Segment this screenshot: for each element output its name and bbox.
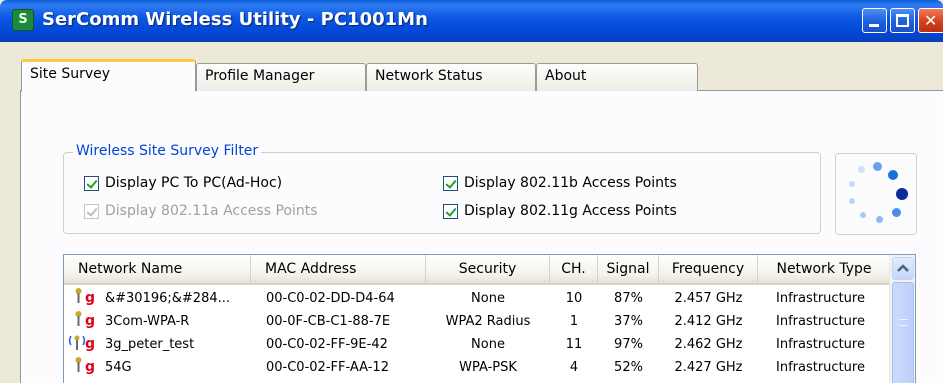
- network-row[interactable]: g 3g_peter_test 00-C0-02-FF-9E-42 None 1…: [64, 333, 890, 356]
- channel: 4: [569, 360, 579, 375]
- checkbox-checked-icon: [443, 175, 458, 191]
- network-name: 3Com-WPA-R: [105, 314, 190, 329]
- spinner-dot: [876, 216, 883, 223]
- network-list-header: Network Name MAC Address Security CH. Si…: [64, 255, 890, 285]
- 80211g-filter-checkbox[interactable]: Display 802.11g Access Points: [443, 203, 677, 219]
- maximize-button[interactable]: [890, 8, 915, 33]
- column-header-network-type[interactable]: Network Type: [758, 255, 890, 283]
- grip-icon: [899, 319, 908, 326]
- channel: 1: [569, 314, 579, 329]
- connected-antenna-icon: [68, 333, 86, 356]
- chevron-up-icon: [897, 264, 909, 272]
- mac-address: 00-C0-02-DD-D4-64: [266, 291, 395, 306]
- 80211b-filter-label: Display 802.11b Access Points: [464, 175, 677, 191]
- tab-profile-manager[interactable]: Profile Manager: [196, 63, 366, 91]
- channel: 11: [565, 337, 583, 352]
- scroll-thumb[interactable]: [892, 282, 914, 383]
- column-header-network-name[interactable]: Network Name: [64, 255, 251, 283]
- network-name: 54G: [105, 360, 132, 375]
- security: None: [471, 337, 505, 352]
- app-icon: S: [12, 9, 34, 31]
- mode-g-badge: g: [85, 313, 96, 329]
- frequency: 2.412 GHz: [674, 314, 743, 329]
- signal: 37%: [614, 314, 643, 329]
- spinner-dot: [896, 188, 908, 200]
- mode-g-badge: g: [85, 359, 96, 375]
- column-header-signal[interactable]: Signal: [598, 255, 659, 283]
- scan-progress-spinner: [835, 153, 917, 235]
- vertical-scrollbar[interactable]: [889, 255, 915, 383]
- column-header-mac-address[interactable]: MAC Address: [251, 255, 426, 283]
- security: None: [471, 291, 505, 306]
- channel: 10: [565, 291, 583, 306]
- spinner-dot: [860, 212, 866, 218]
- mac-address: 00-C0-02-FF-AA-12: [266, 360, 389, 375]
- network-type: Infrastructure: [776, 291, 865, 306]
- 80211a-filter-label: Display 802.11a Access Points: [105, 203, 318, 219]
- spinner-dot: [888, 170, 898, 180]
- antenna-icon: [74, 356, 84, 379]
- frequency: 2.427 GHz: [674, 360, 743, 375]
- spinner-dot: [873, 162, 882, 171]
- mode-g-badge: g: [85, 336, 96, 352]
- survey-filter-group: [63, 152, 821, 234]
- mode-g-badge: g: [85, 290, 96, 306]
- checkbox-checked-icon: [84, 175, 99, 191]
- network-type: Infrastructure: [776, 337, 865, 352]
- security: WPA2 Radius: [445, 314, 531, 329]
- column-header-security[interactable]: Security: [426, 255, 550, 283]
- frequency: 2.457 GHz: [674, 291, 743, 306]
- security: WPA-PSK: [459, 360, 517, 375]
- network-row[interactable]: g 3Com-WPA-R 00-0F-CB-C1-88-7E WPA2 Radi…: [64, 310, 890, 333]
- tab-network-status[interactable]: Network Status: [366, 63, 536, 91]
- spinner-dot: [849, 181, 855, 187]
- title-bar[interactable]: S SerComm Wireless Utility - PC1001Mn ✕: [0, 0, 943, 42]
- antenna-icon: [74, 287, 84, 310]
- column-header-channel[interactable]: CH.: [550, 255, 598, 283]
- minimize-button[interactable]: [862, 8, 887, 33]
- minimize-icon: [869, 24, 879, 27]
- survey-filter-label: Wireless Site Survey Filter: [73, 143, 262, 159]
- adhoc-filter-label: Display PC To PC(Ad-Hoc): [105, 175, 283, 191]
- network-row[interactable]: g 54G 00-C0-02-FF-AA-12 WPA-PSK 4 52% 2.…: [64, 356, 890, 379]
- checkbox-checked-icon: [84, 203, 99, 219]
- mac-address: 00-C0-02-FF-9E-42: [266, 337, 388, 352]
- window-title: SerComm Wireless Utility - PC1001Mn: [42, 9, 428, 30]
- 80211a-filter-checkbox: Display 802.11a Access Points: [84, 203, 318, 219]
- network-type: Infrastructure: [776, 360, 865, 375]
- spinner-dot: [849, 198, 855, 204]
- spinner-dot: [892, 208, 901, 217]
- adhoc-filter-checkbox[interactable]: Display PC To PC(Ad-Hoc): [84, 175, 282, 191]
- close-button[interactable]: ✕: [918, 8, 943, 33]
- mac-address: 00-0F-CB-C1-88-7E: [266, 314, 391, 329]
- network-name: &#30196;&#284...: [105, 291, 231, 306]
- signal: 87%: [614, 291, 643, 306]
- 80211g-filter-label: Display 802.11g Access Points: [464, 203, 677, 219]
- tab-site-survey[interactable]: Site Survey: [21, 59, 196, 92]
- network-type: Infrastructure: [776, 314, 865, 329]
- signal: 97%: [614, 337, 643, 352]
- column-header-frequency[interactable]: Frequency: [659, 255, 758, 283]
- spinner-dot: [858, 166, 865, 173]
- network-row[interactable]: g &#30196;&#284... 00-C0-02-DD-D4-64 Non…: [64, 287, 890, 310]
- maximize-icon: [896, 14, 909, 27]
- tab-about[interactable]: About: [536, 63, 698, 91]
- checkbox-checked-icon: [443, 203, 458, 219]
- antenna-icon: [74, 310, 84, 333]
- close-icon: ✕: [924, 11, 938, 30]
- 80211b-filter-checkbox[interactable]: Display 802.11b Access Points: [443, 175, 677, 191]
- network-list[interactable]: Network Name MAC Address Security CH. Si…: [63, 254, 916, 383]
- frequency: 2.462 GHz: [674, 337, 743, 352]
- network-name: 3g_peter_test: [105, 337, 195, 352]
- scroll-up-button[interactable]: [892, 257, 914, 280]
- signal: 52%: [614, 360, 643, 375]
